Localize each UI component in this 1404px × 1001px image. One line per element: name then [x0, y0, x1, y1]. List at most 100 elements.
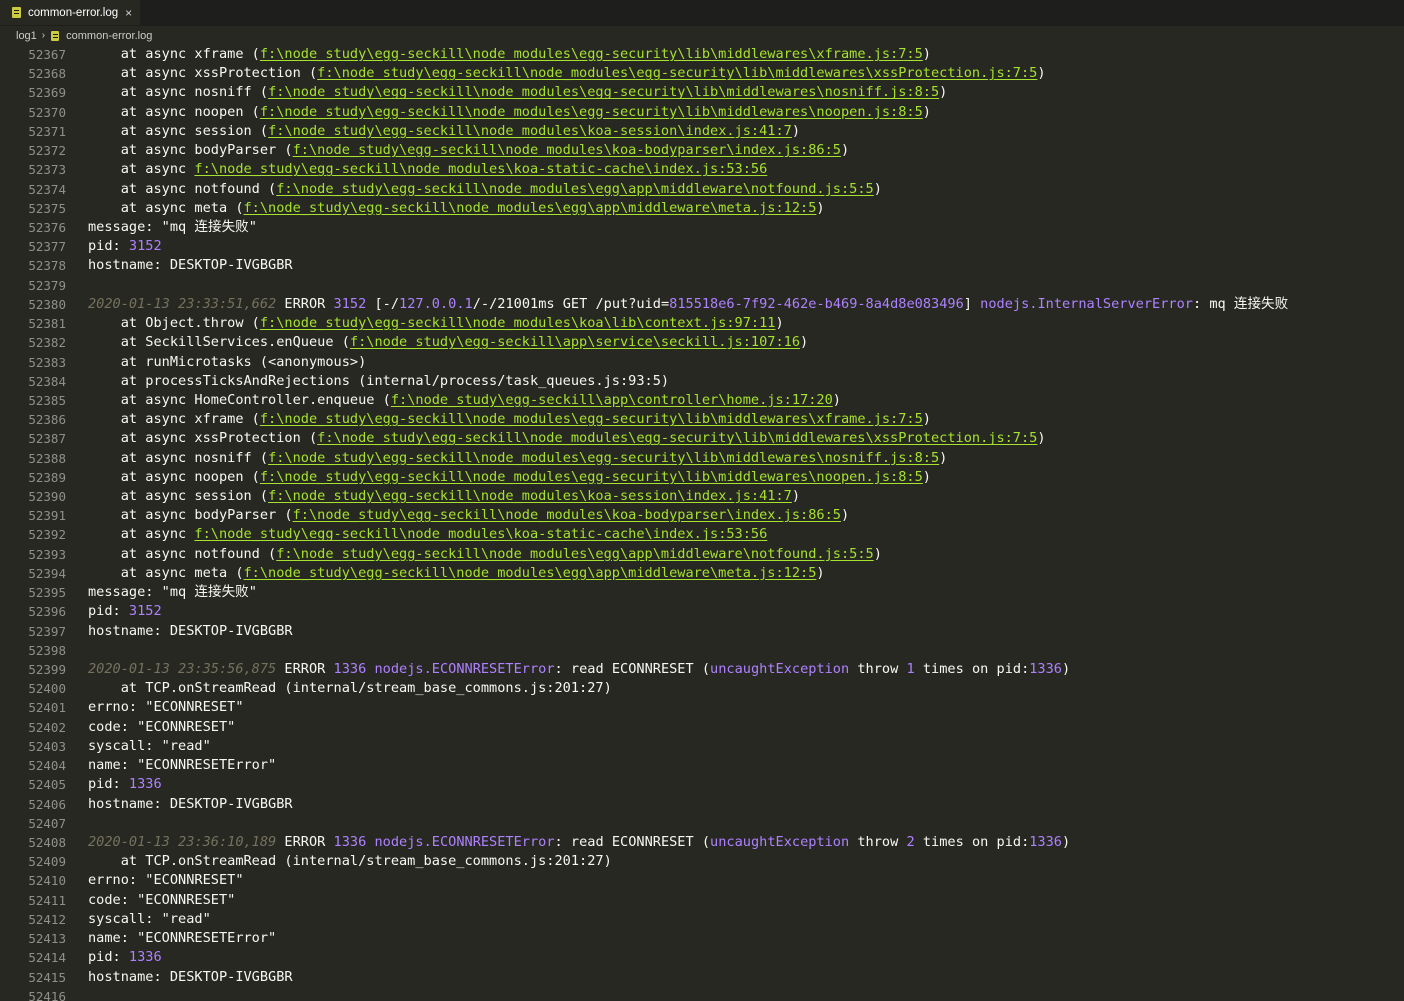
code-text: times on pid: — [914, 661, 1030, 677]
line-number: 52406 — [28, 796, 66, 812]
file-path-link[interactable]: f:\node_study\egg-seckill\node_modules\k… — [194, 526, 767, 542]
line-number: 52386 — [28, 412, 66, 428]
line-content: pid: 1336 — [88, 948, 162, 967]
line-content: syscall: "read" — [88, 910, 211, 929]
line-content: at processTicksAndRejections (internal/p… — [88, 372, 669, 391]
code-line: 52406 hostname: DESKTOP-IVGBGBR — [0, 795, 1404, 814]
file-path-link[interactable]: f:\node_study\egg-seckill\node_modules\e… — [317, 65, 1037, 81]
line-content: syscall: "read" — [88, 737, 211, 756]
code-line: 52389 at async noopen (f:\node_study\egg… — [0, 468, 1404, 487]
highlighted-value: nodejs.ECONNRESETError — [374, 661, 555, 677]
file-path-link[interactable]: f:\node_study\egg-seckill\node_modules\k… — [293, 142, 841, 158]
file-path-link[interactable]: f:\node_study\egg-seckill\node_modules\e… — [276, 181, 873, 197]
line-content: pid: 3152 — [88, 602, 162, 621]
file-path-link[interactable]: f:\node_study\egg-seckill\node_modules\e… — [276, 546, 873, 562]
editor-text-area[interactable]: 52367 at async xframe (f:\node_study\egg… — [0, 45, 1404, 1001]
code-line: 52391 at async bodyParser (f:\node_study… — [0, 506, 1404, 525]
line-number: 52399 — [28, 662, 66, 677]
code-text: hostname: DESKTOP-IVGBGBR — [88, 622, 293, 639]
code-line: 52393 at async notfound (f:\node_study\e… — [0, 545, 1404, 564]
code-text: ) — [939, 449, 948, 466]
code-line: 52402 code: "ECONNRESET" — [0, 718, 1404, 737]
tab-common-error-log[interactable]: common-error.log × — [0, 0, 140, 25]
line-content: at async f:\node_study\egg-seckill\node_… — [88, 160, 768, 179]
line-number: 52400 — [28, 681, 66, 697]
file-path-link[interactable]: f:\node_study\egg-seckill\app\controller… — [391, 392, 833, 408]
line-number: 52389 — [28, 469, 66, 485]
code-line: 52390 at async session (f:\node_study\eg… — [0, 487, 1404, 506]
file-path-link[interactable]: f:\node_study\egg-seckill\node_modules\e… — [260, 104, 923, 120]
line-number: 52387 — [28, 431, 66, 447]
line-number: 52401 — [28, 700, 66, 716]
file-path-link[interactable]: f:\node_study\egg-seckill\node_modules\e… — [260, 469, 923, 485]
line-number: 52403 — [28, 738, 66, 754]
code-line: 52387 at async xssProtection (f:\node_st… — [0, 429, 1404, 448]
file-path-link[interactable]: f:\node_study\egg-seckill\node_modules\e… — [260, 411, 923, 427]
highlighted-value: 3152 — [333, 295, 367, 312]
code-text: at processTicksAndRejections (internal/p… — [88, 372, 670, 389]
line-number: 52416 — [28, 988, 66, 1001]
file-path-link[interactable]: f:\node_study\egg-seckill\node_modules\e… — [244, 565, 817, 581]
code-text: at async meta ( — [88, 199, 244, 216]
line-content: at async notfound (f:\node_study\egg-sec… — [88, 545, 882, 564]
highlighted-value: 127.0.0.1 — [399, 295, 473, 312]
line-content: at async bodyParser (f:\node_study\egg-s… — [88, 141, 849, 160]
code-line: 52400 at TCP.onStreamRead (internal/stre… — [0, 679, 1404, 698]
highlighted-value: 1336 — [1029, 661, 1062, 677]
file-path-link[interactable]: f:\node_study\egg-seckill\node_modules\k… — [194, 161, 767, 177]
highlighted-value: 1336 — [1029, 833, 1062, 850]
line-number: 52412 — [28, 911, 66, 927]
code-text: hostname: DESKTOP-IVGBGBR — [88, 257, 293, 274]
code-text: throw — [849, 661, 907, 677]
code-line: 52386 at async xframe (f:\node_study\egg… — [0, 410, 1404, 429]
code-text: at async xframe ( — [88, 46, 260, 62]
file-path-link[interactable]: f:\node_study\egg-seckill\node_modules\k… — [268, 123, 792, 139]
breadcrumb-folder[interactable]: log1 — [16, 30, 37, 42]
breadcrumb-file[interactable]: common-error.log — [66, 30, 152, 42]
file-log-icon — [12, 7, 21, 18]
code-text: at async bodyParser ( — [88, 142, 293, 159]
file-path-link[interactable]: f:\node_study\egg-seckill\node_modules\e… — [268, 450, 939, 466]
line-content: message: "mq 连接失败" — [88, 218, 257, 237]
code-line: 52394 at async meta (f:\node_study\egg-s… — [0, 564, 1404, 583]
code-line: 52416 — [0, 987, 1404, 1001]
code-text: at async — [88, 161, 195, 178]
file-path-link[interactable]: f:\node_study\egg-seckill\app\service\se… — [350, 334, 800, 350]
timestamp: 2020-01-13 23:35:56,875 — [88, 661, 277, 677]
code-text: at SeckillServices.enQueue ( — [88, 334, 350, 351]
line-number: 52415 — [28, 969, 66, 985]
file-path-link[interactable]: f:\node_study\egg-seckill\node_modules\e… — [268, 84, 939, 100]
code-text: at async notfound ( — [88, 180, 277, 197]
code-text: name: "ECONNRESETError" — [88, 757, 277, 774]
code-text: ) — [800, 334, 809, 351]
file-path-link[interactable]: f:\node_study\egg-seckill\node_modules\e… — [260, 46, 923, 62]
code-text: message: "mq 连接失败" — [88, 218, 257, 235]
code-line: 52396 pid: 3152 — [0, 602, 1404, 621]
line-number: 52390 — [28, 489, 66, 505]
file-path-link[interactable]: f:\node_study\egg-seckill\node_modules\k… — [293, 507, 841, 523]
file-path-link[interactable]: f:\node_study\egg-seckill\node_modules\e… — [244, 200, 817, 216]
code-text: code: "ECONNRESET" — [88, 891, 236, 908]
highlighted-value: 1336 — [128, 776, 162, 793]
code-text: pid: — [88, 603, 129, 620]
code-text: errno: "ECONNRESET" — [88, 699, 244, 716]
line-number: 52402 — [28, 719, 66, 735]
file-path-link[interactable]: f:\node_study\egg-seckill\node_modules\k… — [260, 315, 776, 331]
file-path-link[interactable]: f:\node_study\egg-seckill\node_modules\e… — [317, 430, 1037, 446]
code-text: throw — [849, 833, 907, 850]
line-number: 52373 — [28, 162, 66, 178]
breadcrumb: log1 › common-error.log — [0, 26, 1404, 45]
code-text: ) — [939, 84, 948, 101]
file-path-link[interactable]: f:\node_study\egg-seckill\node_modules\k… — [268, 488, 792, 504]
highlighted-value: uncaughtException — [710, 833, 850, 850]
line-number: 52411 — [28, 892, 66, 908]
code-text: /-/21001ms GET /put?uid= — [472, 295, 670, 312]
code-line: 52412 syscall: "read" — [0, 910, 1404, 929]
highlighted-value: nodejs.ECONNRESETError — [374, 833, 555, 850]
line-number: 52376 — [28, 219, 66, 235]
line-content: at async xframe (f:\node_study\egg-secki… — [88, 410, 931, 429]
line-content: errno: "ECONNRESET" — [88, 871, 244, 890]
line-content: pid: 3152 — [88, 237, 162, 256]
close-icon[interactable]: × — [125, 6, 132, 20]
code-text: at async session ( — [88, 488, 269, 505]
